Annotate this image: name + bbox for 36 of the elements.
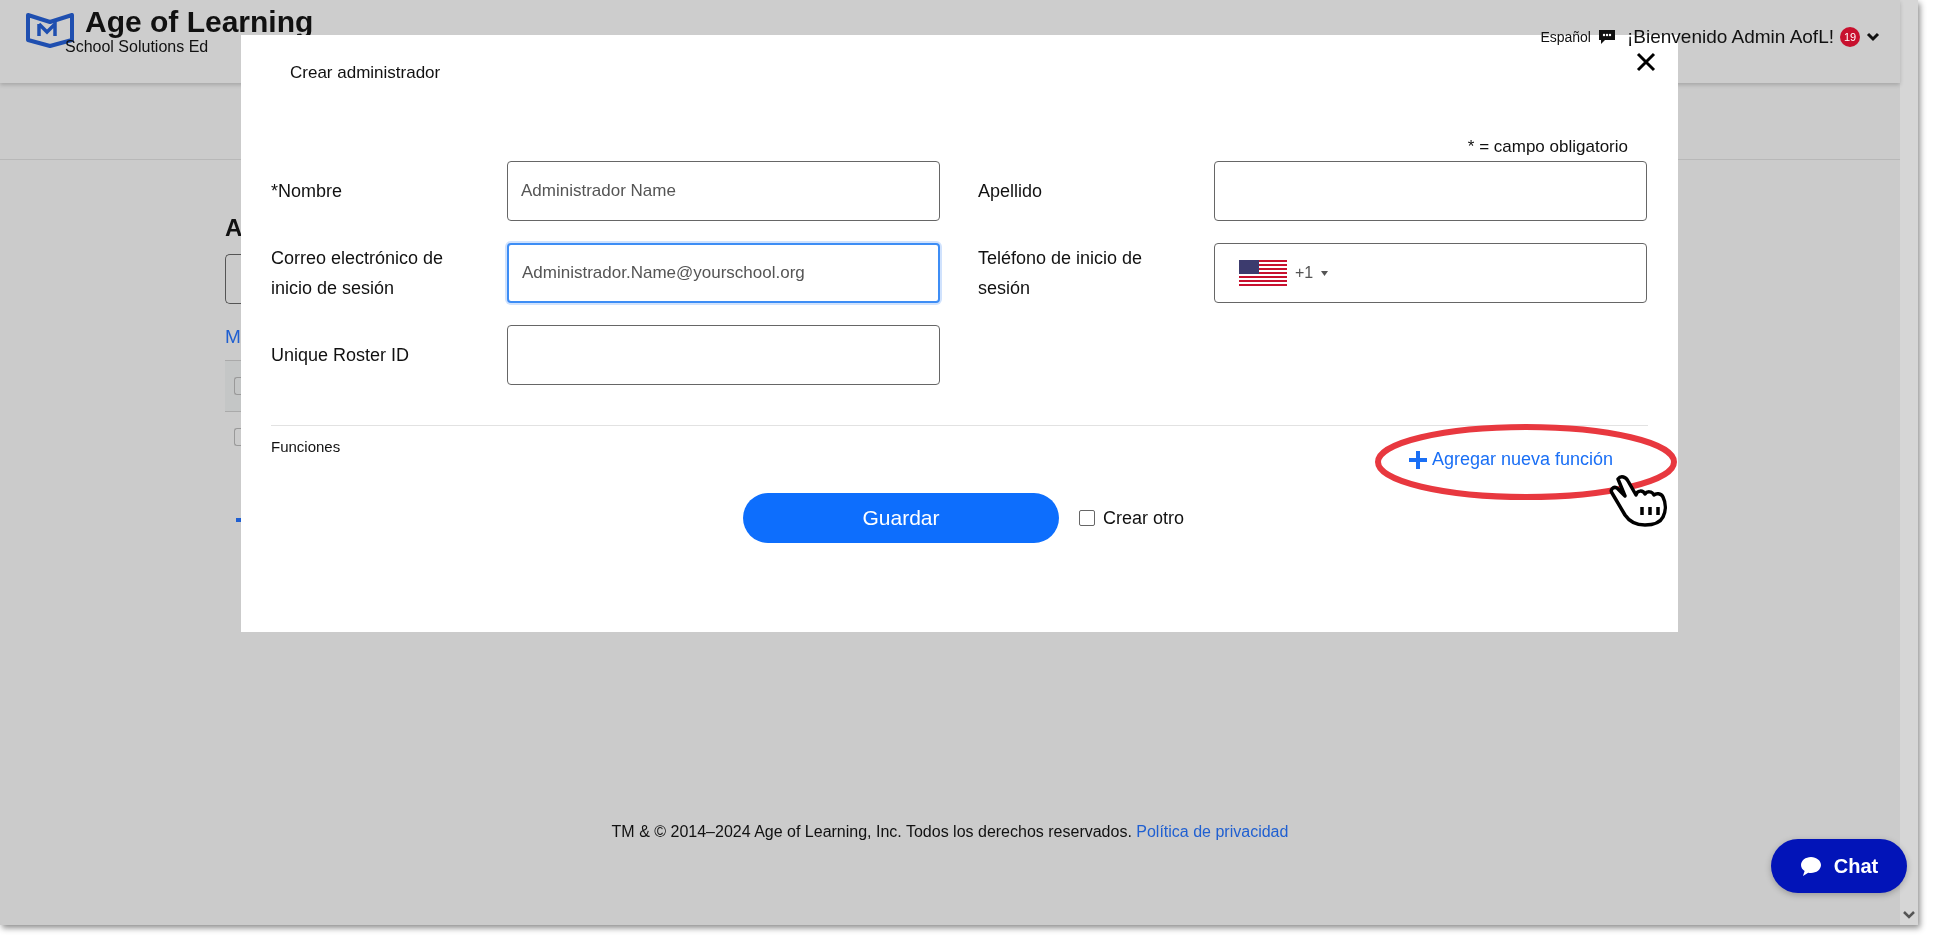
field-label: Correo electrónico de inicio de sesión [271, 247, 445, 300]
caret-icon [1321, 270, 1329, 276]
text-field[interactable] [507, 325, 940, 385]
chevron-down-icon[interactable] [1903, 911, 1915, 919]
field-label: Apellido [978, 180, 1044, 203]
notification-badge: 19 [1840, 27, 1860, 47]
text-field[interactable]: Administrador.Name@yourschool.org [507, 243, 940, 303]
chat-button[interactable]: Chat [1771, 839, 1907, 893]
country-code-dropdown[interactable]: +1 [1239, 260, 1329, 286]
plus-icon [1408, 449, 1428, 470]
page-heading: A [225, 214, 241, 242]
dialog-title: Crear administrador [290, 63, 441, 83]
checkbox[interactable] [1079, 510, 1095, 526]
scrollbar[interactable] [1900, 0, 1918, 925]
text-field[interactable] [1214, 161, 1647, 221]
field-label: Teléfono de inicio de sesión [978, 247, 1144, 300]
logo-subtitle: School Solutions Ed [65, 38, 209, 56]
text-field[interactable]: Administrador Name [507, 161, 940, 221]
section-label: Funciones [271, 438, 341, 455]
page-link[interactable]: M [225, 326, 241, 348]
copyright-text: TM & © 2014–2024 Age of Learning, Inc. Todos los derechos reservados. Política de privacidad [611, 823, 1289, 841]
language-link[interactable]: Español [1540, 29, 1591, 45]
chat-bubble-icon[interactable] [1596, 28, 1617, 46]
welcome-menu[interactable]: ¡Bienvenido Admin AofL! [1626, 26, 1834, 48]
speech-bubble-icon [1799, 855, 1822, 877]
chevron-down-icon[interactable] [1866, 32, 1880, 42]
privacy-link[interactable]: Política de privacidad [1136, 823, 1289, 840]
save-button[interactable]: Guardar [743, 493, 1059, 543]
close-icon[interactable] [1636, 52, 1656, 72]
required-note: * = campo obligatorio [1467, 137, 1628, 157]
us-flag-icon [1239, 260, 1287, 286]
field-label: Unique Roster ID [271, 344, 411, 367]
add-role-link[interactable]: Agregar nueva función [1408, 449, 1614, 470]
checkbox-label[interactable]: Crear otro [1103, 507, 1185, 529]
phone-field[interactable]: +1 [1214, 243, 1647, 303]
field-label: *Nombre [271, 180, 344, 203]
